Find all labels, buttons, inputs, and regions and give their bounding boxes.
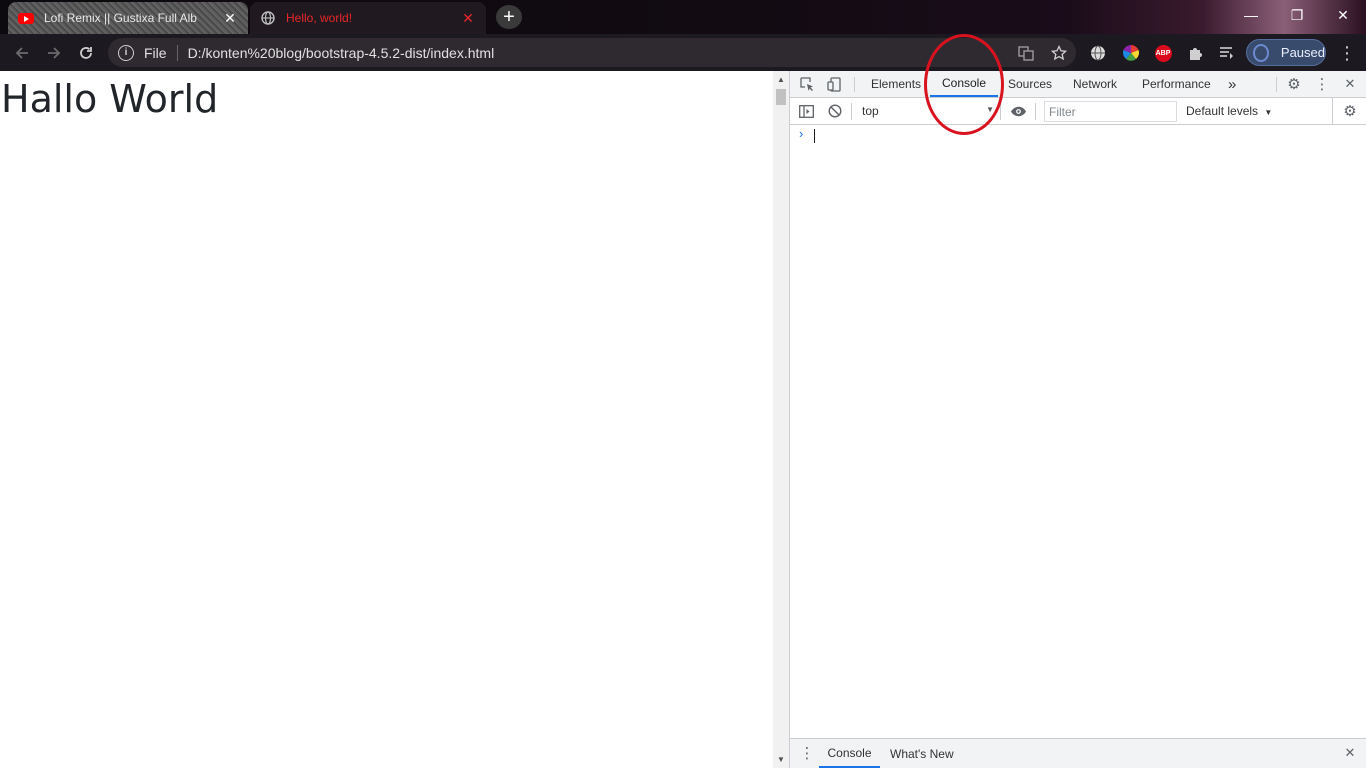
drawer-menu-icon[interactable]: ⋮: [798, 744, 816, 762]
page-scrollbar[interactable]: ▲ ▼: [773, 71, 789, 768]
close-window-button[interactable]: ✕: [1320, 0, 1366, 30]
more-tabs-button[interactable]: »: [1228, 71, 1236, 97]
media-queue-icon[interactable]: [1218, 44, 1236, 62]
divider: [1000, 103, 1001, 120]
arrow-left-icon: [15, 47, 28, 59]
log-levels-label: Default levels: [1186, 104, 1259, 118]
devtools-panel: Elements Console Sources Network Perform…: [789, 71, 1366, 768]
browser-menu-button[interactable]: ⋮: [1333, 39, 1361, 67]
customize-menu-icon[interactable]: ⋮: [1313, 75, 1331, 93]
new-tab-button[interactable]: +: [496, 5, 522, 29]
adblock-label: ABP: [1154, 44, 1172, 62]
tab-strip: Lofi Remix || Gustixa Full Alb ✕ Hello, …: [0, 0, 1366, 34]
close-drawer-icon[interactable]: ✕: [1341, 744, 1359, 762]
kebab-menu-icon: ⋮: [1338, 42, 1356, 63]
log-levels-dropdown[interactable]: Default levels ▼: [1186, 104, 1272, 118]
youtube-icon: [18, 10, 34, 26]
scroll-up-icon[interactable]: ▲: [777, 75, 785, 84]
console-toolbar: top ▼ Default levels ▼ ⚙: [790, 98, 1366, 125]
close-devtools-icon[interactable]: ✕: [1341, 75, 1359, 93]
reload-icon: [80, 47, 92, 59]
divider: [1276, 77, 1277, 92]
url-text[interactable]: D:/konten%20blog/bootstrap-4.5.2-dist/in…: [188, 45, 495, 61]
restore-button[interactable]: ❐: [1274, 0, 1320, 30]
console-output[interactable]: ›: [790, 126, 1366, 736]
translate-icon[interactable]: [1017, 44, 1035, 62]
console-prompt-icon: ›: [799, 126, 804, 141]
tab-elements[interactable]: Elements: [871, 71, 921, 97]
tab-title: Lofi Remix || Gustixa Full Alb: [44, 11, 197, 25]
drawer-tab-console[interactable]: Console: [819, 739, 880, 768]
console-filter-input[interactable]: [1044, 101, 1177, 122]
dropdown-caret-icon: ▼: [1264, 108, 1273, 117]
avatar: [1253, 43, 1269, 62]
browser-toolbar: i File D:/konten%20blog/bootstrap-4.5.2-…: [0, 34, 1366, 71]
divider: [1332, 98, 1333, 125]
drawer-tab-whats-new[interactable]: What's New: [890, 739, 954, 768]
devtools-tab-bar: Elements Console Sources Network Perform…: [790, 71, 1366, 98]
web-page: Hallo World: [0, 71, 773, 768]
scheme-label: File: [144, 44, 167, 61]
inspect-element-icon[interactable]: [798, 75, 816, 93]
minimize-button[interactable]: —: [1228, 0, 1274, 30]
live-expression-eye-icon[interactable]: [1009, 102, 1027, 120]
context-select[interactable]: top ▼: [862, 104, 994, 118]
page-heading: Hallo World: [1, 77, 219, 121]
tab-title: Hello, world!: [286, 11, 353, 25]
forward-button[interactable]: [40, 39, 68, 67]
address-bar[interactable]: i File D:/konten%20blog/bootstrap-4.5.2-…: [108, 38, 1076, 67]
info-icon[interactable]: i: [118, 44, 134, 61]
divider: [176, 44, 178, 61]
close-tab-icon[interactable]: ✕: [222, 10, 238, 26]
console-settings-gear-icon[interactable]: ⚙: [1341, 102, 1359, 120]
tab-console[interactable]: Console: [930, 71, 998, 97]
back-button[interactable]: [8, 39, 36, 67]
arrow-right-icon: [48, 47, 61, 59]
browser-tab-hello-world[interactable]: Hello, world! ✕: [250, 2, 486, 34]
tab-performance[interactable]: Performance: [1142, 71, 1211, 97]
settings-gear-icon[interactable]: ⚙: [1285, 75, 1303, 93]
scroll-down-icon[interactable]: ▼: [777, 755, 785, 764]
scrollbar-thumb[interactable]: [776, 89, 786, 105]
profile-paused-button[interactable]: Paused: [1246, 39, 1326, 66]
browser-tab-youtube[interactable]: Lofi Remix || Gustixa Full Alb ✕: [8, 2, 248, 34]
sidebar-toggle-icon[interactable]: [797, 102, 815, 120]
puzzle-icon[interactable]: [1186, 44, 1204, 62]
reload-button[interactable]: [72, 39, 100, 67]
tab-sources[interactable]: Sources: [1008, 71, 1052, 97]
color-wheel-icon[interactable]: [1122, 44, 1140, 62]
context-value: top: [862, 104, 879, 118]
devtools-drawer: ⋮ Console What's New ✕: [790, 738, 1366, 768]
divider: [854, 77, 855, 92]
globe-icon: [260, 10, 276, 26]
divider: [851, 103, 852, 120]
text-cursor: [814, 129, 815, 143]
tab-network[interactable]: Network: [1073, 71, 1117, 97]
close-tab-icon[interactable]: ✕: [460, 10, 476, 26]
bookmark-star-icon[interactable]: [1050, 44, 1068, 62]
device-toolbar-icon[interactable]: [825, 75, 843, 93]
profile-label: Paused: [1280, 45, 1325, 60]
divider: [1035, 103, 1036, 120]
dropdown-caret-icon: ▼: [986, 105, 994, 114]
globe-extension-icon[interactable]: [1089, 44, 1107, 62]
adblock-plus-icon[interactable]: ABP: [1154, 44, 1172, 62]
clear-console-icon[interactable]: [826, 102, 844, 120]
